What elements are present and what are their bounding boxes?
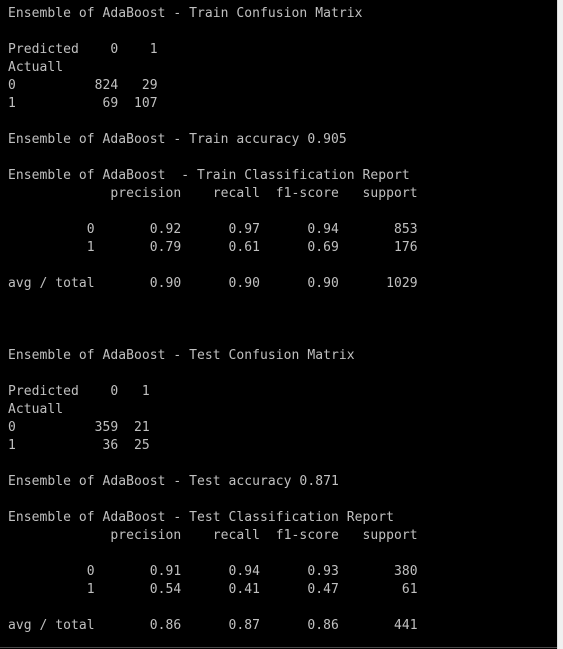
test-report-title: Ensemble of AdaBoost - Test Classificati… [8, 510, 394, 525]
test-report-header: precision recall f1-score support [8, 528, 418, 543]
train-matrix-row-0: 0 824 29 [8, 78, 158, 93]
train-confusion-title: Ensemble of AdaBoost - Train Confusion M… [8, 6, 363, 21]
test-report-row-1: 1 0.54 0.41 0.47 61 [8, 582, 418, 597]
test-matrix-actual-label: Actuall [8, 402, 64, 417]
train-report-title: Ensemble of AdaBoost - Train Classificat… [8, 168, 410, 183]
train-accuracy: Ensemble of AdaBoost - Train accuracy 0.… [8, 132, 347, 147]
train-report-row-1: 1 0.79 0.61 0.69 176 [8, 240, 418, 255]
test-confusion-title: Ensemble of AdaBoost - Test Confusion Ma… [8, 348, 355, 363]
vertical-scrollbar[interactable] [557, 0, 563, 649]
test-matrix-row-0: 0 359 21 [8, 420, 150, 435]
train-report-header: precision recall f1-score support [8, 186, 418, 201]
train-report-row-0: 0 0.92 0.97 0.94 853 [8, 222, 418, 237]
train-matrix-actual-label: Actuall [8, 60, 64, 75]
train-report-avg-total: avg / total 0.90 0.90 0.90 1029 [8, 276, 418, 291]
train-matrix-row-1: 1 69 107 [8, 96, 158, 111]
test-accuracy: Ensemble of AdaBoost - Test accuracy 0.8… [8, 474, 339, 489]
test-report-row-0: 0 0.91 0.94 0.93 380 [8, 564, 418, 579]
test-matrix-header: Predicted 0 1 [8, 384, 150, 399]
test-report-avg-total: avg / total 0.86 0.87 0.86 441 [8, 618, 418, 633]
console-text: Ensemble of AdaBoost - Train Confusion M… [0, 0, 557, 635]
train-matrix-header: Predicted 0 1 [8, 42, 158, 57]
test-matrix-row-1: 1 36 25 [8, 438, 150, 453]
console-output-area[interactable]: Ensemble of AdaBoost - Train Confusion M… [0, 0, 557, 648]
